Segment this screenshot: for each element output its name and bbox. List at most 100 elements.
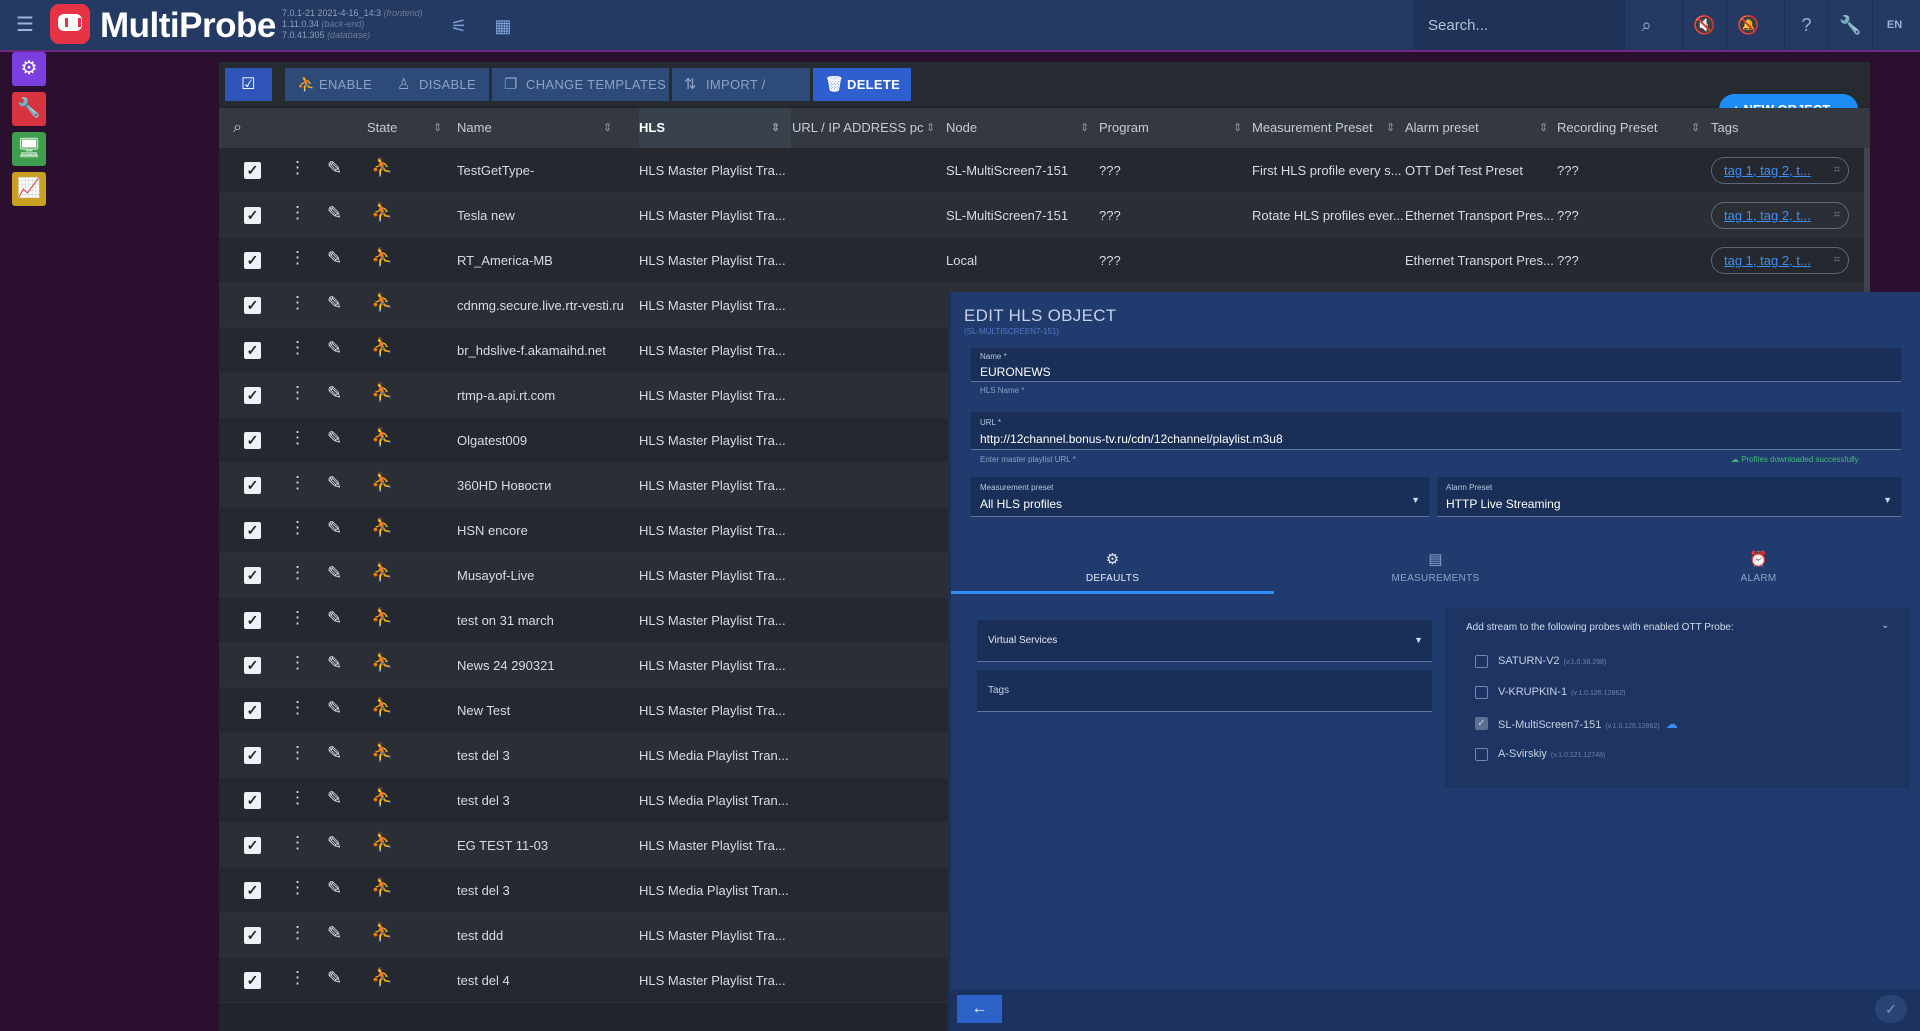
more-vertical-icon[interactable]: ⋮ [289,968,306,988]
row-checkbox[interactable]: ✓ [244,882,261,899]
menu-icon[interactable]: ☰ [14,14,36,36]
state-runner-icon[interactable]: ⛹ [371,877,393,898]
probe-checkbox[interactable] [1475,686,1488,699]
edit-pencil-icon[interactable]: ✎ [327,788,342,809]
tab-defaults[interactable]: ⚙ DEFAULTS [951,542,1274,594]
tags-input[interactable]: Tags [977,670,1432,712]
state-runner-icon[interactable]: ⛹ [371,427,393,448]
probe-checkbox[interactable] [1475,748,1488,761]
enable-button[interactable]: ⛹ ENABLE [285,68,385,101]
more-vertical-icon[interactable]: ⋮ [289,248,306,268]
url-field[interactable]: URL * http://12channel.bonus-tv.ru/cdn/1… [971,412,1901,450]
tab-alarm[interactable]: ⏰ ALARM [1597,542,1920,594]
column-recording-preset[interactable]: Recording Preset ⇕ [1557,108,1707,148]
tab-measurements[interactable]: ▤ MEASUREMENTS [1274,542,1597,594]
delete-button[interactable]: 🗑 DELETE [813,68,911,101]
state-runner-icon[interactable]: ⛹ [371,472,393,493]
row-checkbox[interactable]: ✓ [244,252,261,269]
edit-pencil-icon[interactable]: ✎ [327,293,342,314]
tags-link[interactable]: tag 1, tag 2, t... ⌗ [1711,247,1849,274]
table-search-icon[interactable]: ⌕ [233,108,257,148]
column-url[interactable]: URL / IP ADDRESS pc ⇕ [792,108,935,148]
more-vertical-icon[interactable]: ⋮ [289,518,306,538]
edit-pencil-icon[interactable]: ✎ [327,833,342,854]
state-runner-icon[interactable]: ⛹ [371,337,393,358]
virtual-services-select[interactable]: Virtual Services ▼ [977,620,1432,662]
state-runner-icon[interactable]: ⛹ [371,652,393,673]
more-vertical-icon[interactable]: ⋮ [289,563,306,583]
row-checkbox[interactable]: ✓ [244,927,261,944]
row-checkbox[interactable]: ✓ [244,477,261,494]
more-vertical-icon[interactable]: ⋮ [289,923,306,943]
column-alarm-preset[interactable]: Alarm preset ⇕ [1405,108,1555,148]
table-row[interactable]: ✓ ⋮ ✎ ⛹ Tesla new HLS Master Playlist Tra... S… [219,193,1870,238]
row-checkbox[interactable]: ✓ [244,297,261,314]
state-runner-icon[interactable]: ⛹ [371,247,393,268]
more-vertical-icon[interactable]: ⋮ [289,878,306,898]
probe-checkbox[interactable]: ✓ [1475,717,1488,730]
notifications-off-icon[interactable]: 🔕 [1726,0,1770,50]
row-checkbox[interactable]: ✓ [244,162,261,179]
row-checkbox[interactable]: ✓ [244,972,261,989]
row-checkbox[interactable]: ✓ [244,612,261,629]
edit-pencil-icon[interactable]: ✎ [327,878,342,899]
measurement-preset-select[interactable]: Measurement preset All HLS profiles ▼ [971,477,1429,517]
row-checkbox[interactable]: ✓ [244,747,261,764]
settings-gear-icon[interactable]: ⚙ [12,52,46,86]
row-checkbox[interactable]: ✓ [244,207,261,224]
more-vertical-icon[interactable]: ⋮ [289,473,306,493]
more-vertical-icon[interactable]: ⋮ [289,608,306,628]
state-runner-icon[interactable]: ⛹ [371,922,393,943]
row-checkbox[interactable]: ✓ [244,342,261,359]
dashboard-grid-icon[interactable]: ▦ [492,15,514,37]
filter-sliders-icon[interactable]: ⚟ [448,15,470,37]
state-runner-icon[interactable]: ⛹ [371,697,393,718]
row-checkbox[interactable]: ✓ [244,387,261,404]
state-runner-icon[interactable]: ⛹ [371,382,393,403]
select-all-button[interactable]: ☑ [225,68,272,101]
edit-pencil-icon[interactable]: ✎ [327,698,342,719]
tags-edit-icon[interactable]: ⌗ [1834,248,1840,273]
state-runner-icon[interactable]: ⛹ [371,787,393,808]
tags-link[interactable]: tag 1, tag 2, t... ⌗ [1711,202,1849,229]
edit-pencil-icon[interactable]: ✎ [327,248,342,269]
edit-pencil-icon[interactable]: ✎ [327,158,342,179]
language-selector[interactable]: EN [1872,0,1916,50]
state-runner-icon[interactable]: ⛹ [371,832,393,853]
more-vertical-icon[interactable]: ⋮ [289,428,306,448]
edit-pencil-icon[interactable]: ✎ [327,338,342,359]
row-checkbox[interactable]: ✓ [244,522,261,539]
back-button[interactable]: ← [957,995,1002,1023]
more-vertical-icon[interactable]: ⋮ [289,743,306,763]
edit-pencil-icon[interactable]: ✎ [327,743,342,764]
edit-pencil-icon[interactable]: ✎ [327,473,342,494]
alarm-preset-select[interactable]: Alarm Preset HTTP Live Streaming ▼ [1437,477,1901,517]
wrench-icon[interactable]: 🔧 [1828,0,1872,50]
row-checkbox[interactable]: ✓ [244,837,261,854]
edit-pencil-icon[interactable]: ✎ [327,428,342,449]
more-vertical-icon[interactable]: ⋮ [289,293,306,313]
help-icon[interactable]: ? [1784,0,1828,50]
column-hls[interactable]: HLS ⇕ [639,108,791,148]
column-name[interactable]: Name ⇕ [457,108,619,148]
more-vertical-icon[interactable]: ⋮ [289,788,306,808]
more-vertical-icon[interactable]: ⋮ [289,383,306,403]
edit-pencil-icon[interactable]: ✎ [327,923,342,944]
state-runner-icon[interactable]: ⛹ [371,292,393,313]
edit-pencil-icon[interactable]: ✎ [327,563,342,584]
tags-edit-icon[interactable]: ⌗ [1834,203,1840,228]
edit-pencil-icon[interactable]: ✎ [327,203,342,224]
chart-icon[interactable]: 📈 [12,172,46,206]
search-icon[interactable]: ⌕ [1624,0,1668,50]
row-checkbox[interactable]: ✓ [244,657,261,674]
column-measurement-preset[interactable]: Measurement Preset ⇕ [1252,108,1402,148]
more-vertical-icon[interactable]: ⋮ [289,833,306,853]
row-checkbox[interactable]: ✓ [244,702,261,719]
edit-pencil-icon[interactable]: ✎ [327,518,342,539]
disable-button[interactable]: ♙ DISABLE [385,68,489,101]
row-checkbox[interactable]: ✓ [244,567,261,584]
edit-pencil-icon[interactable]: ✎ [327,383,342,404]
table-row[interactable]: ✓ ⋮ ✎ ⛹ TestGetType- HLS Master Playlist Tra.… [219,148,1870,193]
state-runner-icon[interactable]: ⛹ [371,157,393,178]
state-runner-icon[interactable]: ⛹ [371,967,393,988]
